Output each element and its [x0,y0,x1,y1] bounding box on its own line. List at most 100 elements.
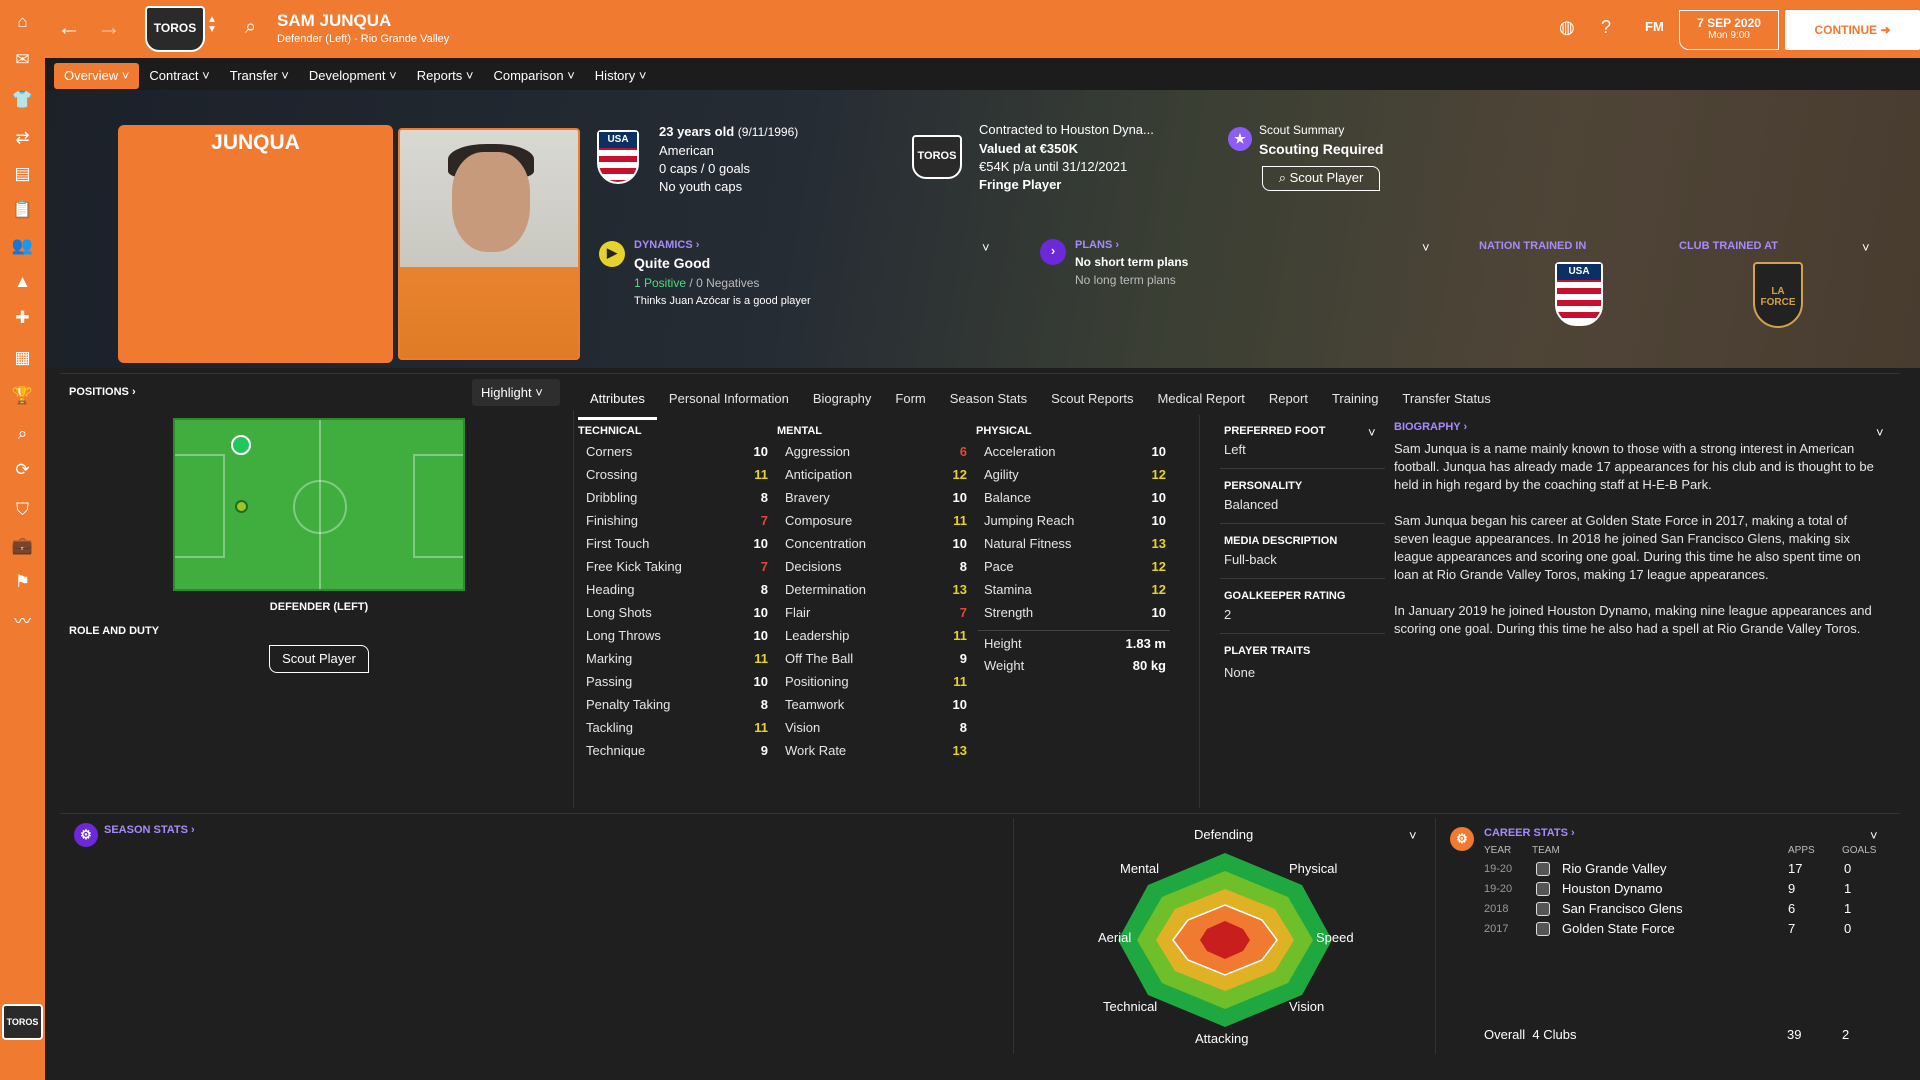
transfers-icon[interactable]: ⟳ [11,460,34,480]
subtab-attributes[interactable]: Attributes [578,386,657,420]
attribute-row[interactable]: Long Throws 10 [586,624,768,647]
attribute-row[interactable]: Decisions 8 [785,555,967,578]
dynamics-dropdown-icon[interactable]: ˅ [982,240,990,255]
subtab-training[interactable]: Training [1320,386,1390,420]
attribute-row[interactable]: Aggression 6 [785,440,967,463]
club-trained-dropdown-icon[interactable]: ˅ [1862,240,1870,255]
nation-trained-badge[interactable]: USA [1555,262,1603,326]
attribute-row[interactable]: Jumping Reach 10 [984,509,1166,532]
attribute-row[interactable]: First Touch 10 [586,532,768,555]
attribute-row[interactable]: Agility 12 [984,463,1166,486]
scout-player-button[interactable]: Scout Player [269,645,369,673]
attribute-row[interactable]: Strength 10 [984,601,1166,624]
scouting-icon[interactable]: ⌕ [11,424,34,444]
tab-contract[interactable]: Contract ˅ [139,63,219,89]
tactics-icon[interactable]: ⇄ [11,128,34,148]
attribute-row[interactable]: Balance 10 [984,486,1166,509]
subtab-season-stats[interactable]: Season Stats [938,386,1039,420]
tab-overview[interactable]: Overview ˅ [54,63,140,89]
attribute-row[interactable]: Passing 10 [586,670,768,693]
attribute-row[interactable]: Positioning 11 [785,670,967,693]
tab-comparison[interactable]: Comparison ˅ [483,63,584,89]
dynamics-link[interactable]: DYNAMICS › [634,239,699,251]
plans-dropdown-icon[interactable]: ˅ [1422,240,1430,255]
tab-history[interactable]: History ˅ [585,63,657,89]
career-row[interactable]: 19-20 Rio Grande Valley 17 0 [1484,859,1864,879]
info-dropdown-icon[interactable]: ˅ [1368,425,1376,440]
club-info-icon[interactable]: ⛉ [11,500,34,520]
subtab-biography[interactable]: Biography [801,386,884,420]
clipboard-icon[interactable]: 📋 [11,200,34,220]
season-stats-link[interactable]: SEASON STATS › [104,824,195,836]
attribute-row[interactable]: Acceleration 10 [984,440,1166,463]
attribute-row[interactable]: Technique 9 [586,739,768,762]
career-row[interactable]: 19-20 Houston Dynamo 9 1 [1484,879,1864,899]
attribute-row[interactable]: Off The Ball 9 [785,647,967,670]
positions-link[interactable]: POSITIONS › [69,386,136,398]
plans-link[interactable]: PLANS › [1075,239,1119,251]
position-dot-primary[interactable] [231,435,251,455]
data-hub-icon[interactable]: ▤ [11,164,34,184]
nation-badge[interactable]: USA [597,130,639,184]
subtab-report[interactable]: Report [1257,386,1320,420]
chevron-updown-icon[interactable]: ▲ ▼ [207,15,217,35]
subtab-personal-info[interactable]: Personal Information [657,386,801,420]
club-trained-badge[interactable]: LA FORCE [1753,262,1803,328]
biography-link[interactable]: BIOGRAPHY › [1394,421,1467,433]
highlight-dropdown[interactable]: Highlight ˅ [472,379,560,406]
radar-dropdown-icon[interactable]: ˅ [1409,828,1417,843]
staff-icon[interactable]: 👥 [11,236,34,256]
attribute-row[interactable]: Vision 8 [785,716,967,739]
attribute-row[interactable]: Dribbling 8 [586,486,768,509]
tab-transfer[interactable]: Transfer ˅ [220,63,299,89]
tab-reports[interactable]: Reports ˅ [407,63,484,89]
attribute-row[interactable]: Anticipation 12 [785,463,967,486]
attribute-row[interactable]: Long Shots 10 [586,601,768,624]
attribute-row[interactable]: Bravery 10 [785,486,967,509]
subtab-transfer-status[interactable]: Transfer Status [1390,386,1502,420]
subtab-form[interactable]: Form [883,386,937,420]
biography-dropdown-icon[interactable]: ˅ [1876,425,1884,440]
training-icon[interactable]: ▲ [11,272,34,292]
attribute-row[interactable]: Leadership 11 [785,624,967,647]
attribute-row[interactable]: Work Rate 13 [785,739,967,762]
club-logo[interactable]: TOROS [2,1004,43,1040]
attribute-row[interactable]: Marking 11 [586,647,768,670]
attribute-row[interactable]: Finishing 7 [586,509,768,532]
attribute-row[interactable]: Determination 13 [785,578,967,601]
attribute-row[interactable]: Stamina 12 [984,578,1166,601]
inbox-icon[interactable]: ✉ [11,50,34,70]
subtab-scout-reports[interactable]: Scout Reports [1039,386,1145,420]
home-icon[interactable]: ⌂ [11,12,34,32]
continue-button[interactable]: CONTINUE ➜ [1785,10,1920,50]
scout-player-button-top[interactable]: ⌕ Scout Player [1262,166,1380,191]
help-icon[interactable]: ? [1601,17,1611,37]
subtab-medical-report[interactable]: Medical Report [1145,386,1256,420]
attribute-row[interactable]: Tackling 11 [586,716,768,739]
attribute-row[interactable]: Corners 10 [586,440,768,463]
position-dot-secondary[interactable] [235,500,248,513]
tab-development[interactable]: Development ˅ [299,63,407,89]
squad-icon[interactable]: 👕 [11,90,34,110]
date-display[interactable]: 7 SEP 2020 Mon 9:00 [1679,10,1779,50]
forward-arrow-icon[interactable]: → [97,16,121,40]
career-row[interactable]: 2017 Golden State Force 7 0 [1484,919,1864,939]
medical-icon[interactable]: ✚ [11,308,34,328]
attribute-row[interactable]: Heading 8 [586,578,768,601]
career-stats-link[interactable]: CAREER STATS › [1484,827,1575,839]
analytics-icon[interactable]: 〰 [11,612,34,632]
back-arrow-icon[interactable]: ← [57,16,81,40]
contract-club-badge[interactable]: TOROS [912,135,962,179]
attribute-row[interactable]: Pace 12 [984,555,1166,578]
globe-icon[interactable]: ◍ [1559,17,1575,37]
fm-menu[interactable]: FM [1645,17,1664,37]
club-badge[interactable]: TOROS [145,6,205,52]
attribute-row[interactable]: Composure 11 [785,509,967,532]
attribute-row[interactable]: Free Kick Taking 7 [586,555,768,578]
attribute-row[interactable]: Penalty Taking 8 [586,693,768,716]
finances-icon[interactable]: 💼 [11,536,34,556]
search-icon[interactable]: ⌕ [245,16,256,39]
schedule-icon[interactable]: ▦ [11,348,34,368]
attribute-row[interactable]: Teamwork 10 [785,693,967,716]
attribute-row[interactable]: Flair 7 [785,601,967,624]
